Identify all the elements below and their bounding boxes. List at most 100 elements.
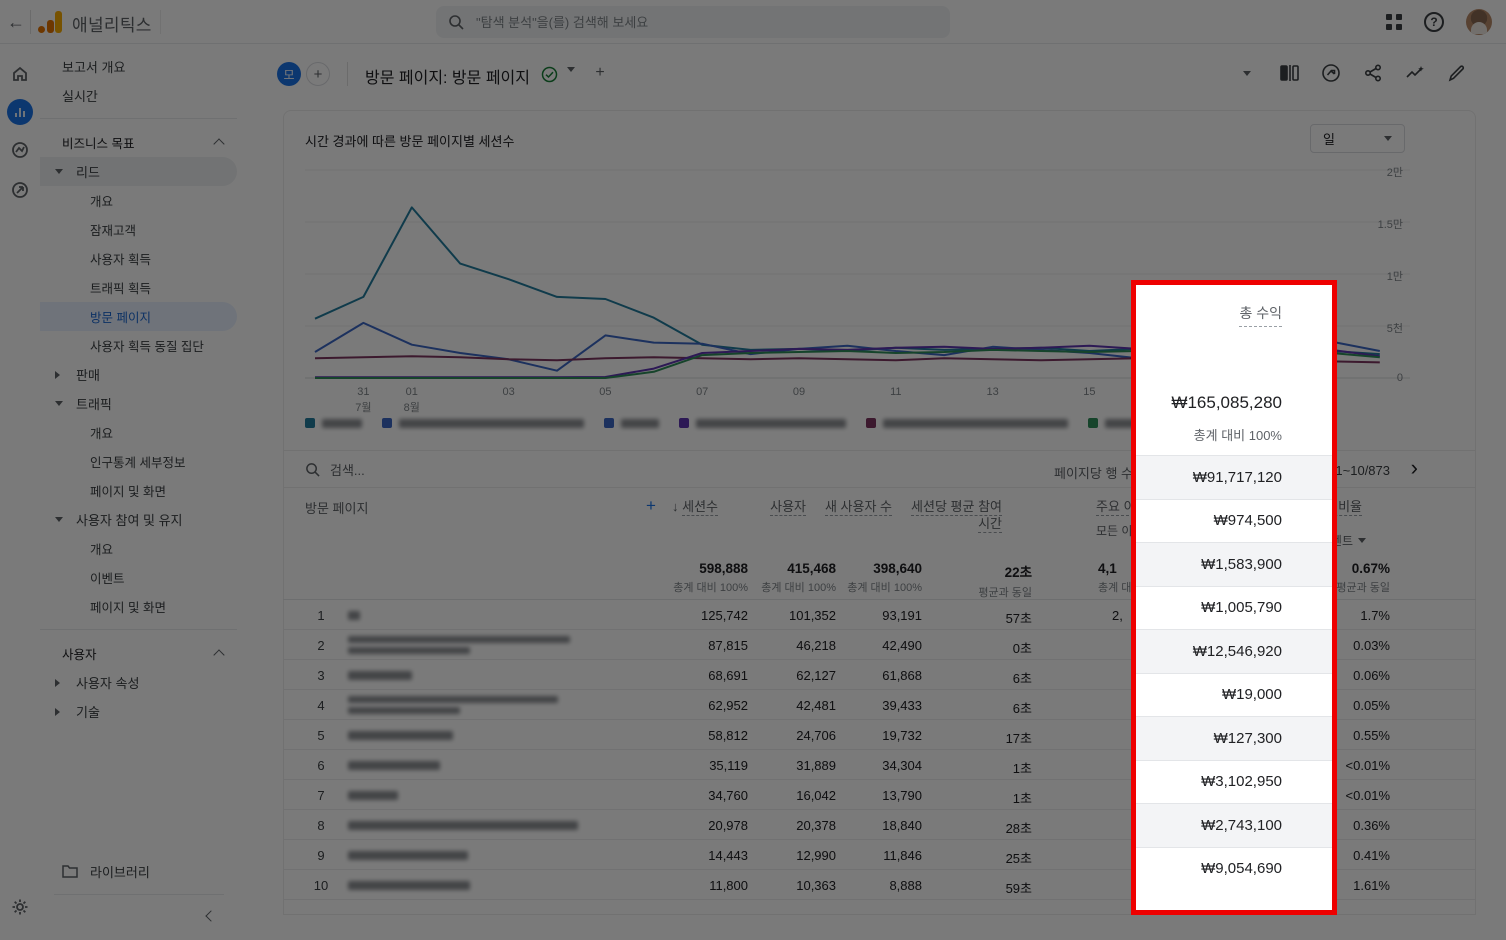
- explore-icon[interactable]: [7, 137, 33, 163]
- row-rank: 5: [311, 728, 331, 743]
- revenue-cell: ₩9,054,690: [1136, 847, 1332, 911]
- sidebar-item-사용자-참여-및-유지[interactable]: 사용자 참여 및 유지: [40, 505, 237, 534]
- sidebar-item-1[interactable]: 실시간: [40, 81, 237, 110]
- column-header-users[interactable]: 사용자: [770, 498, 806, 515]
- y-axis-tick: 5천: [1363, 320, 1403, 336]
- tree-collapsed-icon: [55, 708, 60, 716]
- app-title: 애널리틱스: [72, 11, 152, 36]
- sidebar-item-label: 페이지 및 화면: [90, 597, 166, 616]
- sidebar-item-판매[interactable]: 판매: [40, 360, 237, 389]
- header-divider: [347, 62, 348, 86]
- sidebar-item-트래픽-획득[interactable]: 트래픽 획득: [40, 273, 237, 302]
- sidebar-item-리드[interactable]: 리드: [40, 157, 237, 186]
- revenue-cell: ₩2,743,100: [1136, 803, 1332, 847]
- sidebar-item-개요[interactable]: 개요: [40, 418, 237, 447]
- sidebar-item-0[interactable]: 보고서 개요: [40, 52, 237, 81]
- sidebar-item-인구통계-세부정보[interactable]: 인구통계 세부정보: [40, 447, 237, 476]
- reports-icon[interactable]: [7, 99, 33, 125]
- apps-grid-icon[interactable]: [1386, 14, 1402, 30]
- table-search[interactable]: 검색...: [305, 460, 365, 479]
- date-granularity-value: 일: [1323, 129, 1335, 148]
- settings-gear-icon[interactable]: [7, 894, 33, 920]
- sidebar-item-library[interactable]: 라이브러리: [40, 856, 237, 886]
- back-button[interactable]: ←: [0, 4, 32, 40]
- redacted-landing-page-name: [348, 816, 578, 834]
- add-report-button[interactable]: +: [589, 62, 611, 84]
- sidebar-item-label: 페이지 및 화면: [90, 481, 166, 500]
- sidebar-item-label: 방문 페이지: [90, 307, 151, 326]
- cell-sessions: 125,742: [701, 608, 748, 623]
- chevron-down-icon: [1358, 538, 1366, 543]
- pagination-range: 1~10/873: [1335, 463, 1390, 478]
- redacted-legend-label: [322, 419, 362, 428]
- tree-expanded-icon: [55, 517, 63, 522]
- redacted-legend-label: [621, 419, 659, 428]
- sidebar-item-label: 인구통계 세부정보: [90, 452, 185, 471]
- report-title-caret[interactable]: [567, 72, 575, 90]
- share-icon[interactable]: [1362, 62, 1384, 84]
- comparison-builder-icon[interactable]: [1278, 62, 1300, 84]
- revenue-cell: ₩19,000: [1136, 673, 1332, 717]
- sidebar-item-잠재고객[interactable]: 잠재고객: [40, 215, 237, 244]
- sidebar-item-label: 사용자 속성: [76, 673, 139, 692]
- sidebar-item-label: 기술: [76, 702, 100, 721]
- segment-chip-all-users[interactable]: 모: [277, 62, 301, 86]
- cell-sessions: 34,760: [708, 788, 748, 803]
- column-header-landing-page[interactable]: 방문 페이지: [305, 498, 368, 517]
- sidebar-collapse-button[interactable]: [199, 904, 223, 928]
- sidebar-item-페이지-및-화면[interactable]: 페이지 및 화면: [40, 592, 237, 621]
- home-icon[interactable]: [7, 61, 33, 87]
- global-search-input[interactable]: [474, 14, 938, 31]
- sidebar-item-label: 개요: [90, 423, 113, 442]
- sidebar-item-기술[interactable]: 기술: [40, 697, 237, 726]
- redacted-landing-page-name: [348, 666, 412, 684]
- cell-rate: 1.61%: [1353, 878, 1390, 893]
- redacted-text-bar: [348, 707, 460, 714]
- cell-rate: 0.06%: [1353, 668, 1390, 683]
- revenue-spotlight-panel: 총 수익 ₩165,085,280 총계 대비 100% ₩91,717,120…: [1131, 280, 1337, 915]
- insights-sparkle-icon[interactable]: [1404, 62, 1426, 84]
- edit-pencil-icon[interactable]: [1446, 62, 1468, 84]
- report-options-caret[interactable]: [1236, 62, 1258, 84]
- row-rank: 2: [311, 638, 331, 653]
- folder-icon: [62, 864, 78, 878]
- sidebar-item-페이지-및-화면[interactable]: 페이지 및 화면: [40, 476, 237, 505]
- row-rank: 4: [311, 698, 331, 713]
- column-header-sessions[interactable]: ↓ 세션수: [672, 498, 718, 515]
- search-icon: [448, 14, 464, 30]
- add-dimension-button[interactable]: +: [646, 496, 656, 516]
- column-header-new-users[interactable]: 새 사용자 수: [812, 498, 892, 515]
- cell-rate: 0.41%: [1353, 848, 1390, 863]
- add-comparison-button[interactable]: +: [306, 62, 330, 86]
- sidebar-item-사용자-획득[interactable]: 사용자 획득: [40, 244, 237, 273]
- x-axis-tick: 018월: [395, 386, 429, 415]
- cell-avg_time: 25초: [1006, 848, 1032, 867]
- totals-new-users: 398,640총계 대비 100%: [847, 561, 922, 595]
- help-icon[interactable]: ?: [1424, 12, 1444, 32]
- sidebar-item-개요[interactable]: 개요: [40, 186, 237, 215]
- pagination-next-button[interactable]: ›: [1411, 455, 1418, 481]
- sidebar-item-방문-페이지[interactable]: 방문 페이지: [40, 302, 237, 331]
- sidebar-section-0[interactable]: 비즈니스 목표: [40, 127, 237, 157]
- global-search[interactable]: [436, 6, 950, 38]
- date-granularity-select[interactable]: 일: [1310, 124, 1405, 153]
- chevron-left-icon: [205, 910, 216, 921]
- sidebar-item-개요[interactable]: 개요: [40, 534, 237, 563]
- cell-avg_time: 0초: [1013, 638, 1032, 657]
- sidebar-item-트래픽[interactable]: 트래픽: [40, 389, 237, 418]
- cell-new_users: 39,433: [882, 698, 922, 713]
- sidebar-item-이벤트[interactable]: 이벤트: [40, 563, 237, 592]
- sidebar-section-1[interactable]: 사용자: [40, 638, 237, 668]
- cell-new_users: 11,846: [883, 848, 922, 863]
- total-revenue-value: ₩165,085,280: [1171, 393, 1282, 413]
- insights-icon[interactable]: [1320, 62, 1342, 84]
- avatar[interactable]: [1466, 9, 1492, 35]
- report-title: 방문 페이지: 방문 페이지: [365, 64, 530, 88]
- column-header-total-revenue[interactable]: 총 수익: [1239, 303, 1282, 327]
- sidebar-item-사용자-획득-동질-집단[interactable]: 사용자 획득 동질 집단: [40, 331, 237, 360]
- tree-expanded-icon: [55, 169, 63, 174]
- x-axis-tick: 09: [782, 386, 816, 398]
- column-header-avg-engagement-time[interactable]: 세션당 평균 참여 시간: [910, 498, 1002, 532]
- sidebar-item-사용자-속성[interactable]: 사용자 속성: [40, 668, 237, 697]
- advertising-icon[interactable]: [7, 177, 33, 203]
